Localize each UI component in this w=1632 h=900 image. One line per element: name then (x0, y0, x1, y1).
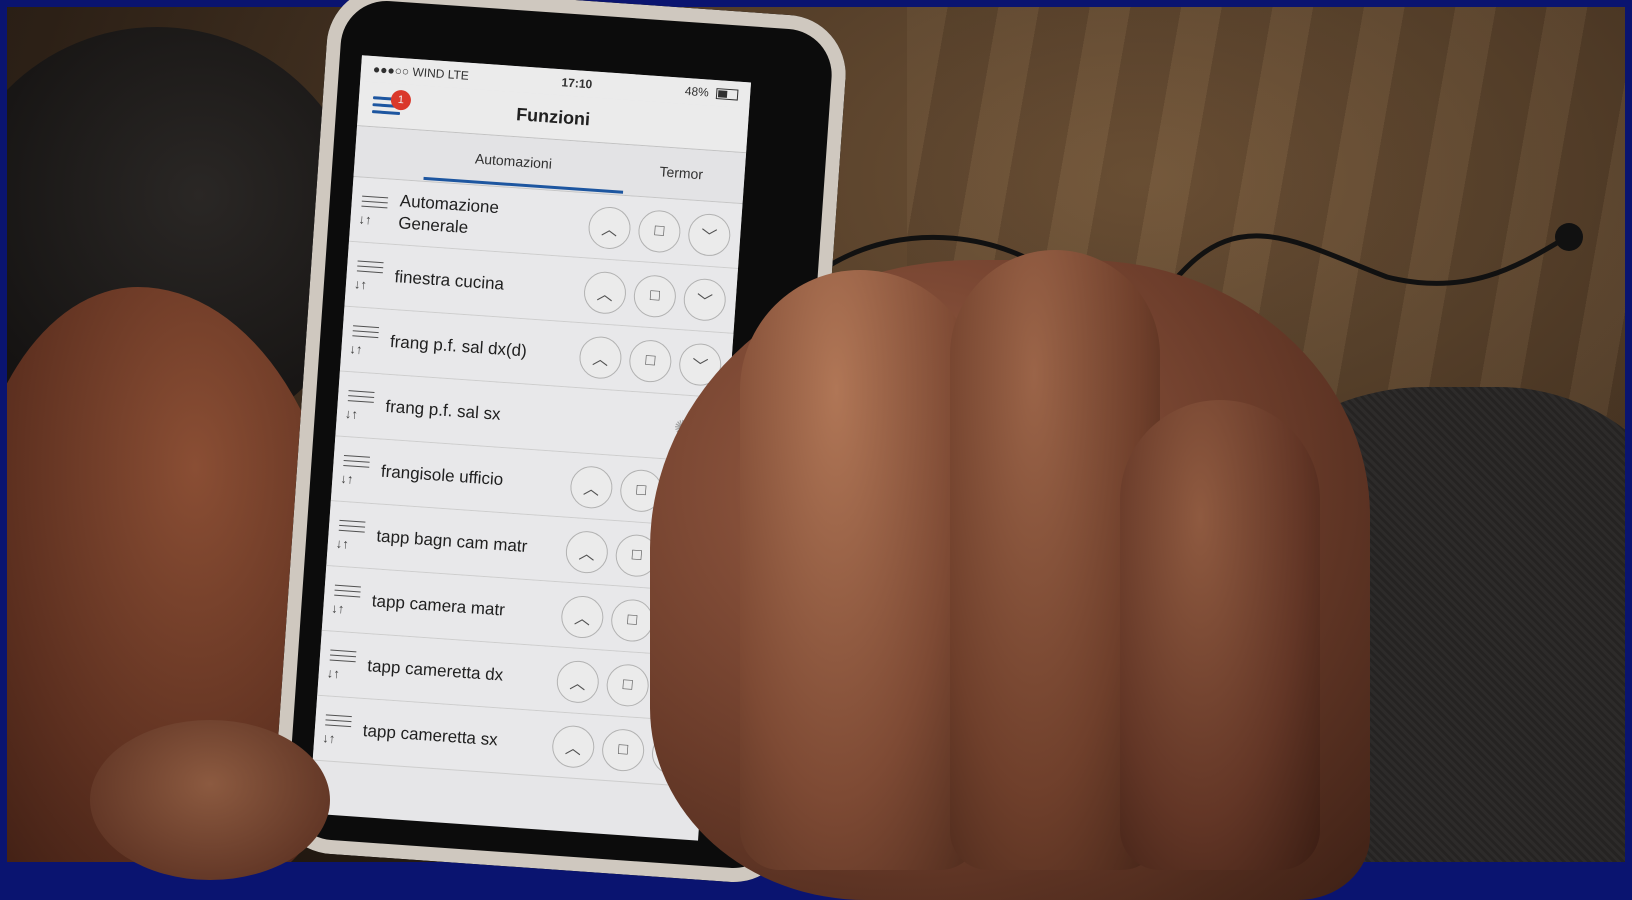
chevron-up-icon[interactable]: ︿ (559, 594, 605, 640)
notification-badge: 1 (390, 89, 412, 111)
item-name: tapp bagn cam matr (375, 526, 528, 556)
reorder-icon[interactable]: ↓↑ (345, 254, 396, 297)
stop-square-icon[interactable]: □ (632, 273, 678, 319)
carrier-label: ●●●○○ WIND LTE (372, 62, 470, 83)
reorder-icon[interactable]: ↓↑ (327, 513, 378, 556)
item-controls: ︿ □ ﹀ (587, 205, 732, 258)
chevron-up-icon[interactable]: ︿ (568, 464, 614, 510)
page-title: Funzioni (515, 103, 591, 129)
battery-label: 48% (684, 83, 710, 100)
stop-square-icon[interactable]: □ (636, 209, 682, 254)
chevron-down-icon[interactable]: ﹀ (682, 277, 728, 323)
index-finger (740, 270, 980, 870)
clock: 17:10 (561, 75, 593, 92)
battery-indicator: 48% (684, 83, 739, 102)
item-name: frang p.f. sal sx (384, 396, 502, 424)
item-name: tapp cameretta sx (362, 720, 499, 750)
item-name: finestra cucina (393, 267, 505, 294)
chevron-up-icon[interactable]: ︿ (555, 659, 601, 705)
chevron-up-icon[interactable]: ︿ (582, 270, 628, 316)
chevron-up-icon[interactable]: ︿ (564, 529, 610, 575)
chevron-up-icon[interactable]: ︿ (550, 724, 596, 770)
stop-square-icon[interactable]: □ (600, 727, 646, 773)
item-name: tapp camera matr (371, 591, 506, 620)
reorder-icon[interactable]: ↓↑ (332, 448, 383, 491)
battery-icon (715, 88, 739, 101)
item-name: frangisole ufficio (380, 461, 504, 490)
reorder-icon[interactable]: ↓↑ (318, 643, 369, 686)
stop-square-icon[interactable]: □ (609, 598, 655, 643)
item-name: frang p.f. sal dx(d) (389, 331, 528, 361)
reorder-icon[interactable]: ↓↑ (341, 319, 392, 362)
chevron-up-icon[interactable]: ︿ (578, 335, 623, 381)
reorder-icon[interactable]: ↓↑ (350, 189, 401, 232)
ring-finger (1120, 400, 1320, 870)
chevron-up-icon[interactable]: ︿ (587, 205, 632, 251)
left-thumb (90, 720, 330, 880)
stop-square-icon[interactable]: □ (605, 662, 651, 708)
item-controls: ︿ □ ﹀ (578, 335, 723, 388)
tab-termoregolazione[interactable]: Termor (659, 163, 704, 182)
reorder-icon[interactable]: ↓↑ (314, 708, 365, 751)
tab-automazioni[interactable]: Automazioni (474, 150, 552, 171)
item-name: tapp cameretta dx (366, 656, 504, 685)
chevron-down-icon[interactable]: ﹀ (686, 212, 732, 258)
item-controls: ︿ □ ﹀ (582, 270, 728, 323)
stop-square-icon[interactable]: □ (627, 338, 673, 384)
reorder-icon[interactable]: ↓↑ (336, 383, 387, 426)
reorder-icon[interactable]: ↓↑ (323, 578, 374, 621)
item-name: Automazione Generale (397, 191, 500, 238)
